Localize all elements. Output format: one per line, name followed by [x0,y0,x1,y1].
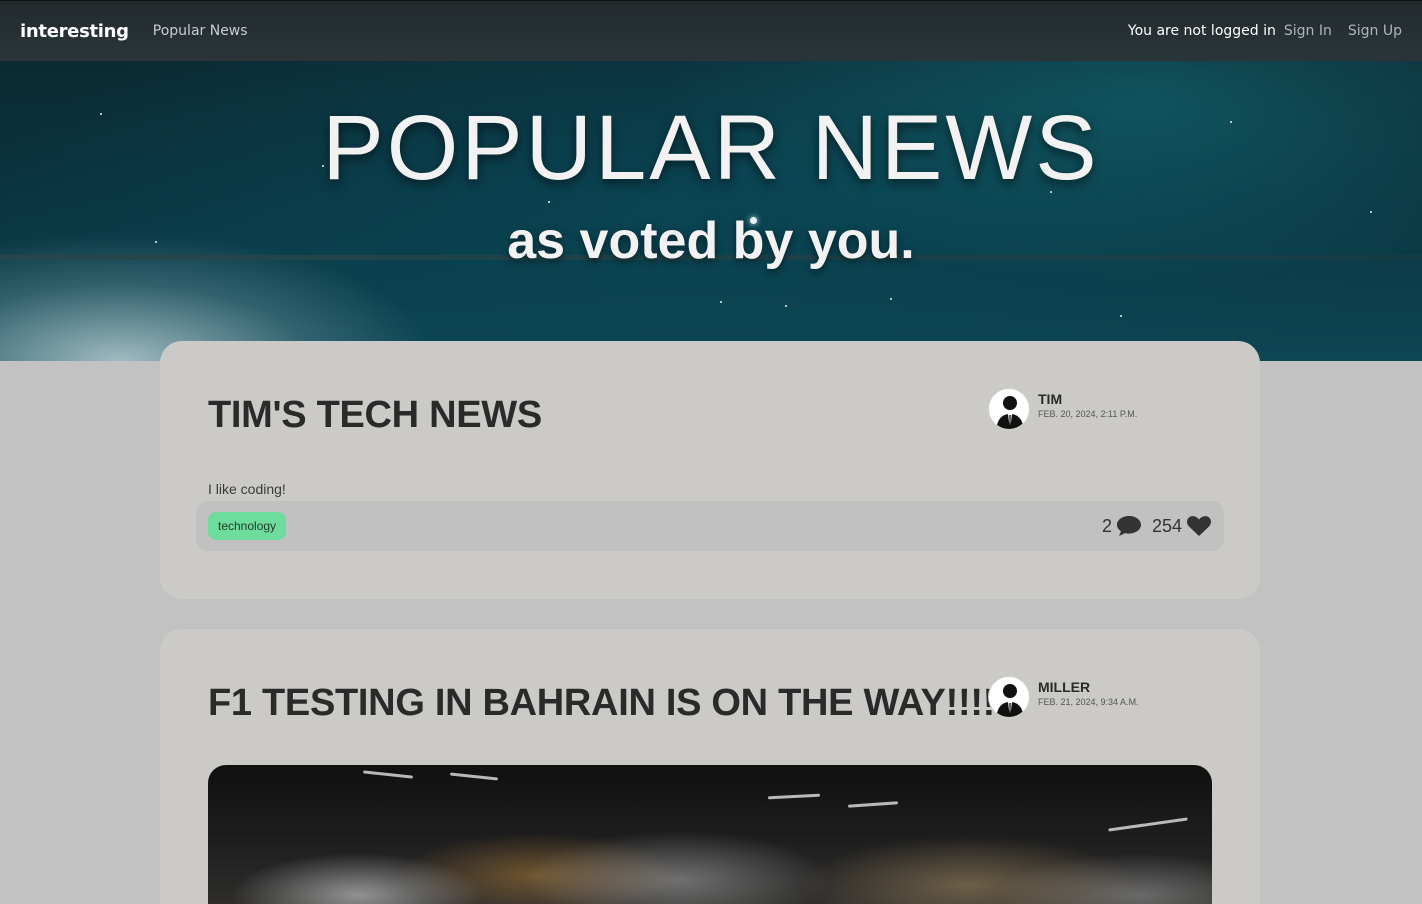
light-streak [1108,817,1188,832]
user-silhouette-icon [988,676,1030,718]
star [890,298,892,300]
post-text: I like coding! [208,481,286,497]
star [785,305,787,307]
author-name[interactable]: MILLER [1038,679,1139,695]
post-image[interactable] [208,765,1212,904]
nav-link-popular-news[interactable]: Popular News [153,23,248,39]
author-info: MILLER FEB. 21, 2024, 9:34 A.M. [1038,679,1139,707]
light-streak [362,770,414,779]
post-author: MILLER FEB. 21, 2024, 9:34 A.M. [988,676,1139,718]
like-count-value: 254 [1151,515,1182,536]
heart-icon [1186,516,1212,536]
star [720,301,722,303]
star [548,201,550,203]
author-info: TIM FEB. 20, 2024, 2:11 P.M. [1038,391,1137,419]
post-card[interactable]: F1 TESTING IN BAHRAIN IS ON THE WAY!!!! … [160,629,1260,904]
light-streak [767,793,821,800]
brand-logo[interactable]: interesting [20,21,129,42]
nav-right: You are not logged in Sign In Sign Up [1128,23,1402,39]
comment-icon [1116,516,1141,536]
post-stats: 2 254 [1102,515,1212,537]
light-streak [449,772,499,781]
comment-count[interactable]: 2 [1102,515,1142,537]
post-card[interactable]: TIM'S TECH NEWS TIM FEB. 20, 2024, 2:11 … [160,341,1260,599]
sign-up-link[interactable]: Sign Up [1348,23,1402,39]
login-status: You are not logged in [1127,23,1276,39]
hero-subtitle: as voted by you. [507,212,915,270]
post-author: TIM FEB. 20, 2024, 2:11 P.M. [988,388,1137,430]
star [1120,315,1122,317]
navbar: interesting Popular News You are not log… [0,0,1422,61]
post-date: FEB. 21, 2024, 9:34 A.M. [1038,697,1139,707]
user-silhouette-icon [988,388,1030,430]
light-streak [847,801,899,808]
hero-title: POPULAR NEWS [322,97,1100,199]
post-date: FEB. 20, 2024, 2:11 P.M. [1038,409,1138,419]
hero-banner: POPULAR NEWS as voted by you. [0,61,1422,361]
like-count[interactable]: 254 [1152,515,1212,537]
post-footer: technology 2 254 [196,501,1224,551]
author-name[interactable]: TIM [1038,391,1137,407]
tag-badge[interactable]: technology [208,512,287,540]
sign-in-link[interactable]: Sign In [1284,23,1332,39]
comment-count-value: 2 [1101,515,1112,536]
